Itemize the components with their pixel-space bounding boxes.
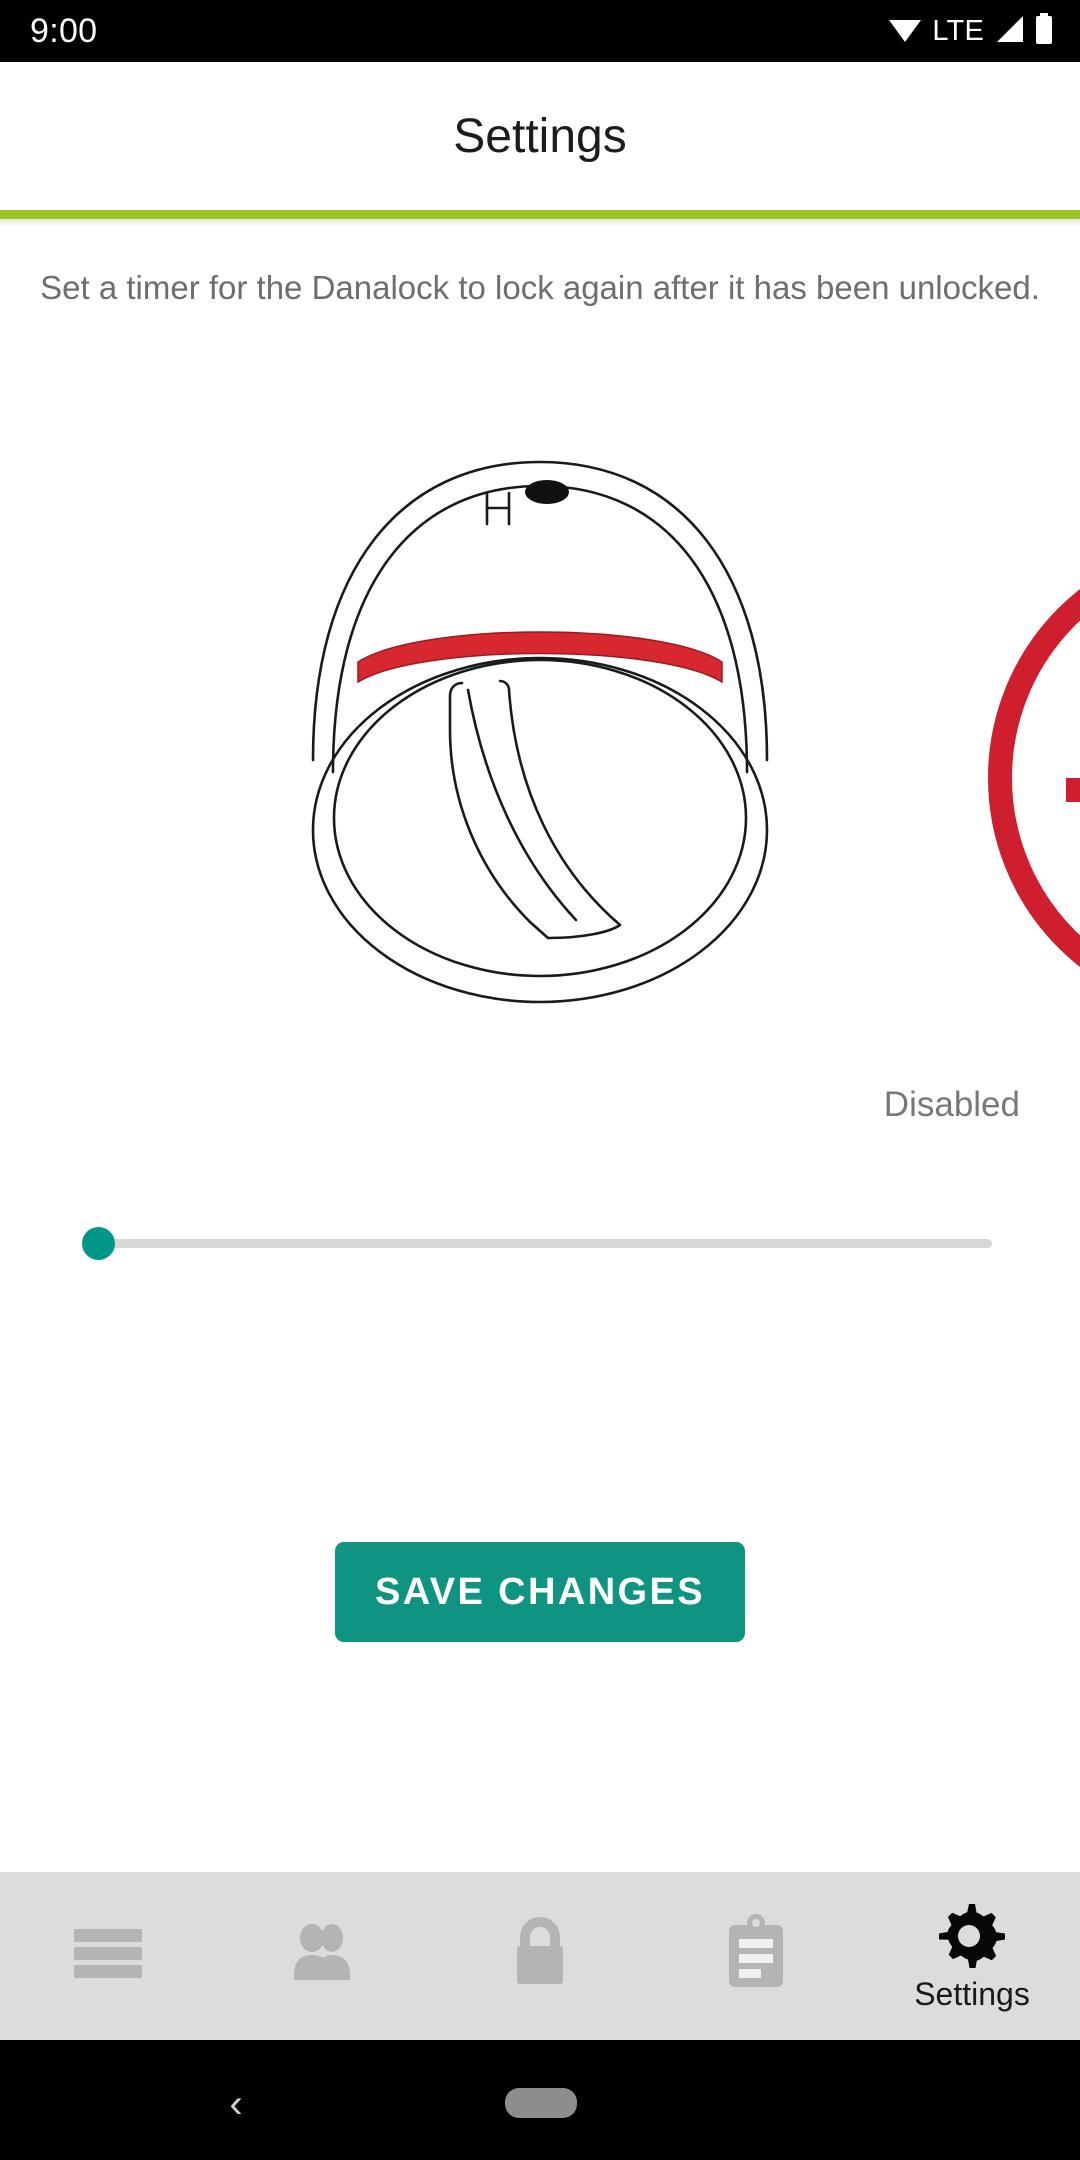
lock-icon xyxy=(507,1914,573,1990)
save-changes-button[interactable]: SAVE CHANGES xyxy=(335,1542,745,1642)
signal-icon xyxy=(993,14,1025,49)
system-home-pill[interactable] xyxy=(505,2088,577,2118)
system-back-button[interactable]: ‹ xyxy=(214,2082,258,2126)
nav-item-menu[interactable] xyxy=(0,1872,216,2040)
nav-label-settings: Settings xyxy=(914,1976,1030,2012)
status-bar-clock: 9:00 xyxy=(30,11,98,50)
nav-item-log[interactable] xyxy=(648,1872,864,2040)
network-type-label: LTE xyxy=(932,14,984,47)
people-icon xyxy=(286,1918,362,1986)
gear-icon xyxy=(938,1902,1006,1970)
status-bar: 9:00 LTE xyxy=(0,0,1080,62)
app-bar-shadow xyxy=(0,219,1080,227)
timer-slider[interactable] xyxy=(0,1225,1080,1265)
page-title: Settings xyxy=(453,109,627,163)
slider-thumb[interactable] xyxy=(82,1227,115,1260)
danalock-device-illustration xyxy=(0,400,1080,1060)
slider-track[interactable] xyxy=(98,1239,992,1248)
menu-icon xyxy=(70,1921,146,1983)
timer-description: Set a timer for the Danalock to lock aga… xyxy=(40,269,1040,306)
app-bar: Settings xyxy=(0,62,1080,210)
nav-item-users[interactable] xyxy=(216,1872,432,2040)
android-system-navigation: ‹ xyxy=(0,2040,1080,2160)
app-bar-accent-underline xyxy=(0,210,1080,219)
battery-icon xyxy=(1034,12,1054,50)
phone-screen: 9:00 LTE Settings Set a timer for the Da… xyxy=(0,0,1080,2160)
nav-item-lock[interactable] xyxy=(432,1872,648,2040)
wifi-icon xyxy=(887,14,923,49)
nav-item-settings[interactable]: Settings xyxy=(864,1872,1080,2040)
bottom-navigation-bar: Settings xyxy=(0,1872,1080,2040)
status-bar-icons: LTE xyxy=(887,12,1054,50)
timer-value-label: Disabled xyxy=(883,1085,1020,1124)
clipboard-icon xyxy=(725,1913,787,1991)
clock-icon xyxy=(988,589,1080,967)
